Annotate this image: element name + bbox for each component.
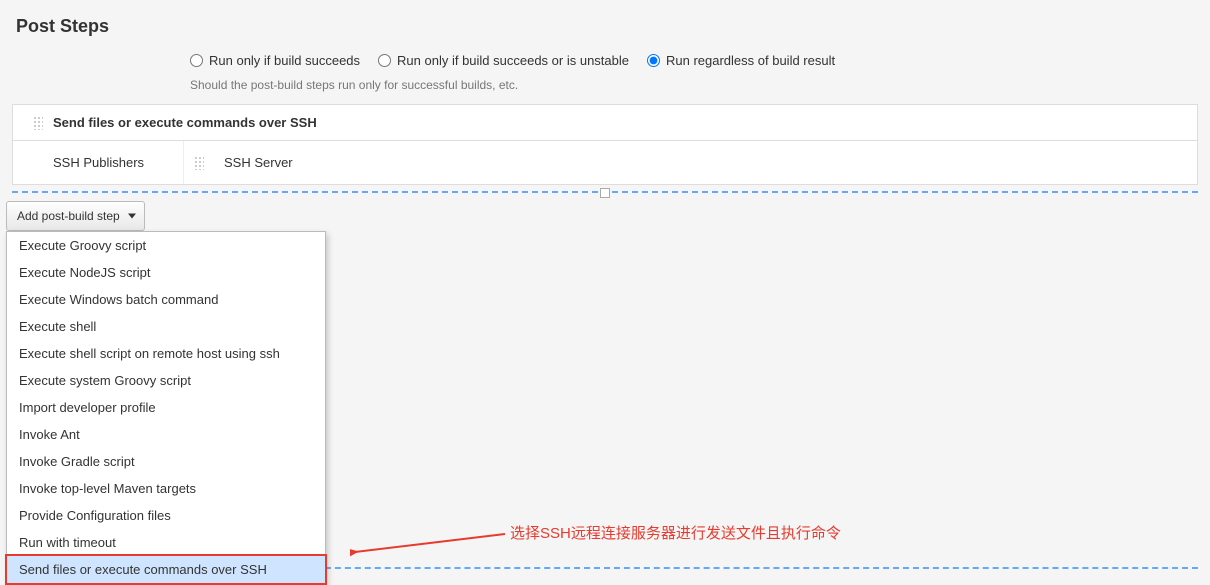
annotation-text: 选择SSH远程连接服务器进行发送文件且执行命令 — [510, 522, 841, 543]
add-step-dropdown[interactable]: Execute Groovy scriptExecute NodeJS scri… — [6, 231, 326, 584]
radio-succeeds[interactable]: Run only if build succeeds — [190, 53, 360, 68]
ssh-step-panel: Send files or execute commands over SSH … — [12, 104, 1198, 185]
resize-handle-icon[interactable] — [600, 188, 610, 198]
caret-down-icon — [128, 214, 136, 219]
dropdown-item[interactable]: Execute NodeJS script — [7, 259, 325, 286]
add-button-label: Add post-build step — [17, 209, 120, 223]
dropdown-item[interactable]: Invoke Gradle script — [7, 448, 325, 475]
radio-unstable-input[interactable] — [378, 54, 391, 67]
post-step-options: Run only if build succeeds Run only if b… — [0, 45, 1210, 92]
dropdown-item[interactable]: Provide Configuration files — [7, 502, 325, 529]
dropdown-item[interactable]: Send files or execute commands over SSH — [5, 554, 327, 585]
dropdown-item[interactable]: Invoke Ant — [7, 421, 325, 448]
radio-unstable-label: Run only if build succeeds or is unstabl… — [397, 53, 629, 68]
ssh-server-label: SSH Server — [224, 155, 293, 170]
ssh-publishers-label: SSH Publishers — [13, 141, 183, 184]
section-title: Post Steps — [0, 0, 1210, 45]
radio-regardless[interactable]: Run regardless of build result — [647, 53, 835, 68]
dropdown-item[interactable]: Run with timeout — [7, 529, 325, 556]
dropdown-item[interactable]: Invoke top-level Maven targets — [7, 475, 325, 502]
section-divider — [12, 191, 1198, 193]
dropdown-item[interactable]: Import developer profile — [7, 394, 325, 421]
run-condition-radios: Run only if build succeeds Run only if b… — [190, 53, 1194, 68]
dropdown-item[interactable]: Execute Windows batch command — [7, 286, 325, 313]
radio-regardless-label: Run regardless of build result — [666, 53, 835, 68]
radio-unstable[interactable]: Run only if build succeeds or is unstabl… — [378, 53, 629, 68]
annotation-arrow-icon — [350, 530, 510, 558]
add-step-area: Add post-build step Execute Groovy scrip… — [6, 201, 1198, 231]
add-post-build-step-button[interactable]: Add post-build step — [6, 201, 145, 231]
radio-regardless-input[interactable] — [647, 54, 660, 67]
dropdown-item[interactable]: Execute Groovy script — [7, 232, 325, 259]
drag-handle-icon[interactable] — [194, 156, 204, 170]
dropdown-item[interactable]: Execute shell — [7, 313, 325, 340]
ssh-panel-title: Send files or execute commands over SSH — [53, 115, 317, 130]
radio-succeeds-label: Run only if build succeeds — [209, 53, 360, 68]
ssh-panel-header: Send files or execute commands over SSH — [13, 105, 1197, 140]
ssh-publishers-row: SSH Publishers SSH Server — [13, 140, 1197, 184]
drag-handle-icon[interactable] — [33, 116, 43, 130]
helper-text: Should the post-build steps run only for… — [190, 78, 1194, 92]
ssh-server-box: SSH Server — [183, 141, 1197, 184]
radio-succeeds-input[interactable] — [190, 54, 203, 67]
dropdown-item[interactable]: Execute system Groovy script — [7, 367, 325, 394]
dropdown-item[interactable]: Execute shell script on remote host usin… — [7, 340, 325, 367]
